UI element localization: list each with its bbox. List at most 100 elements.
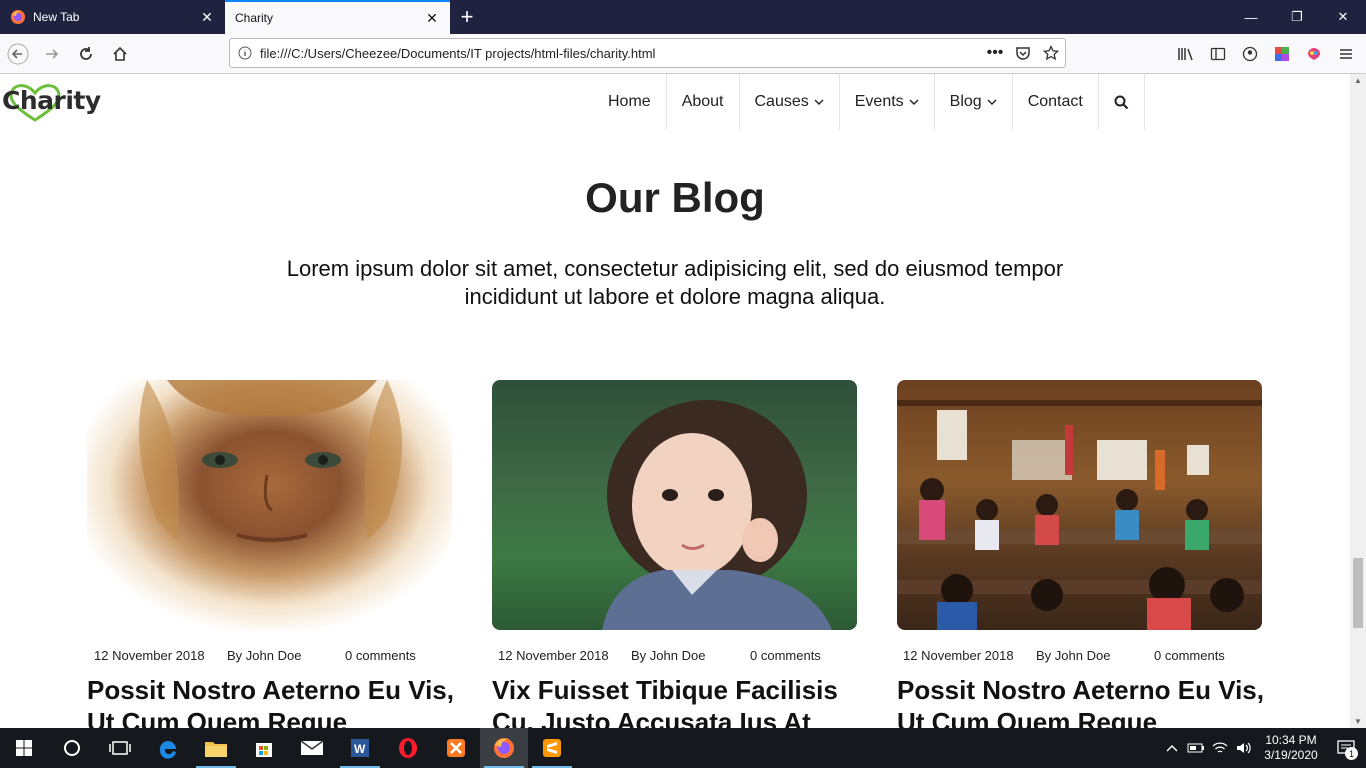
page-subtitle: Lorem ipsum dolor sit amet, consectetur … xyxy=(286,256,1064,309)
menu-icon[interactable] xyxy=(1330,38,1362,70)
tab-new-tab[interactable]: New Tab ✕ xyxy=(0,0,225,34)
nav-label: Home xyxy=(608,93,651,110)
pocket-icon[interactable] xyxy=(1009,45,1037,61)
sublime-text-icon[interactable] xyxy=(528,728,576,768)
url-text[interactable]: file:///C:/Users/Cheezee/Documents/IT pr… xyxy=(260,46,981,61)
account-icon[interactable] xyxy=(1234,38,1266,70)
clock-time: 10:34 PM xyxy=(1265,733,1317,747)
post-author[interactable]: By John Doe xyxy=(1036,648,1110,663)
nav-label: Blog xyxy=(949,93,982,110)
blog-card[interactable]: 12 November 2018 By John Doe 0 comments … xyxy=(492,380,857,728)
post-comments[interactable]: 0 comments xyxy=(1154,648,1225,663)
xampp-icon[interactable] xyxy=(432,728,480,768)
nav-contact[interactable]: Contact xyxy=(1013,74,1099,130)
nav-label: Events xyxy=(854,93,904,110)
chevron-down-icon xyxy=(814,97,824,108)
nav-causes[interactable]: Causes xyxy=(740,74,840,130)
extension-palette-icon[interactable] xyxy=(1298,38,1330,70)
address-bar[interactable]: file:///C:/Users/Cheezee/Documents/IT pr… xyxy=(229,38,1066,68)
task-view-icon[interactable] xyxy=(96,728,144,768)
bookmark-star-icon[interactable] xyxy=(1037,45,1065,61)
tab-title: Charity xyxy=(235,11,274,25)
blog-card[interactable]: 12 November 2018 By John Doe 0 comments … xyxy=(87,380,454,728)
nav-label: Contact xyxy=(1027,93,1083,110)
scroll-down-icon[interactable]: ▼ xyxy=(1350,717,1366,726)
charity-logo[interactable]: Charity xyxy=(2,80,101,122)
browser-tab-strip: New Tab ✕ Charity ✕ + — ❐ ✕ xyxy=(0,0,1366,34)
page-scrollbar[interactable]: ▲ ▼ xyxy=(1350,74,1366,728)
extension-color-icon[interactable] xyxy=(1266,38,1298,70)
nav-home[interactable]: Home xyxy=(595,74,667,130)
post-author[interactable]: By John Doe xyxy=(631,648,705,663)
nav-label: About xyxy=(681,93,724,110)
chevron-up-icon[interactable] xyxy=(1160,728,1184,768)
close-icon[interactable]: ✕ xyxy=(199,9,215,25)
more-actions-icon[interactable]: ••• xyxy=(981,44,1009,62)
tab-charity[interactable]: Charity ✕ xyxy=(225,0,450,34)
chevron-down-icon xyxy=(987,97,997,108)
page-title: Our Blog xyxy=(585,174,765,221)
word-icon[interactable]: W xyxy=(336,728,384,768)
post-comments[interactable]: 0 comments xyxy=(750,648,821,663)
close-icon[interactable]: ✕ xyxy=(424,10,440,26)
post-meta: 12 November 2018 By John Doe 0 comments xyxy=(492,648,857,664)
nav-about[interactable]: About xyxy=(667,74,740,130)
post-meta: 12 November 2018 By John Doe 0 comments xyxy=(87,648,452,664)
window-controls: — ❐ ✕ xyxy=(1228,0,1366,34)
post-title[interactable]: Possit Nostro Aeterno Eu Vis, Ut Cum Que… xyxy=(897,674,1267,728)
library-icon[interactable] xyxy=(1170,38,1202,70)
file-explorer-icon[interactable] xyxy=(192,728,240,768)
classroom-photo[interactable] xyxy=(897,380,1262,630)
page-viewport: Charity Home About Causes Events Blog Co… xyxy=(0,74,1350,728)
post-title[interactable]: Vix Fuisset Tibique Facilisis Cu. Justo … xyxy=(492,674,862,728)
firefox-icon xyxy=(10,9,26,25)
site-header: Charity Home About Causes Events Blog Co… xyxy=(0,74,1350,130)
window-close-icon[interactable]: ✕ xyxy=(1320,0,1366,34)
nav-blog[interactable]: Blog xyxy=(935,74,1013,130)
nav-events[interactable]: Events xyxy=(840,74,935,130)
windows-start-icon[interactable] xyxy=(0,728,48,768)
search-icon[interactable] xyxy=(1099,74,1145,130)
notification-count: 1 xyxy=(1345,747,1358,760)
scrollbar-thumb[interactable] xyxy=(1353,558,1363,628)
reload-icon[interactable] xyxy=(70,38,102,70)
post-author[interactable]: By John Doe xyxy=(227,648,301,663)
post-title[interactable]: Possit Nostro Aeterno Eu Vis, Ut Cum Que… xyxy=(87,674,457,728)
info-icon[interactable] xyxy=(230,46,260,60)
notification-icon[interactable]: 1 xyxy=(1326,728,1366,768)
forward-icon[interactable] xyxy=(36,38,68,70)
main-nav: Home About Causes Events Blog Contact xyxy=(595,74,1145,130)
windows-taskbar: W 10:34 PM 3/19/2020 1 xyxy=(0,728,1366,768)
back-icon[interactable] xyxy=(2,38,34,70)
scroll-up-icon[interactable]: ▲ xyxy=(1350,76,1366,85)
nav-label: Causes xyxy=(754,93,809,110)
post-date: 12 November 2018 xyxy=(903,648,1014,663)
girl-face-photo[interactable] xyxy=(87,380,452,630)
home-icon[interactable] xyxy=(104,38,136,70)
post-meta: 12 November 2018 By John Doe 0 comments xyxy=(897,648,1262,664)
edge-icon[interactable] xyxy=(144,728,192,768)
battery-icon[interactable] xyxy=(1184,728,1208,768)
cortana-search-icon[interactable] xyxy=(48,728,96,768)
clock-date: 3/19/2020 xyxy=(1264,748,1318,762)
store-icon[interactable] xyxy=(240,728,288,768)
browser-toolbar: file:///C:/Users/Cheezee/Documents/IT pr… xyxy=(0,34,1366,74)
taskbar-clock[interactable]: 10:34 PM 3/19/2020 xyxy=(1256,733,1326,763)
minimize-icon[interactable]: — xyxy=(1228,0,1274,34)
post-date: 12 November 2018 xyxy=(498,648,609,663)
opera-icon[interactable] xyxy=(384,728,432,768)
sidebar-icon[interactable] xyxy=(1202,38,1234,70)
wifi-icon[interactable] xyxy=(1208,728,1232,768)
blog-card[interactable]: 12 November 2018 By John Doe 0 comments … xyxy=(897,380,1264,728)
post-date: 12 November 2018 xyxy=(94,648,205,663)
svg-text:W: W xyxy=(354,742,366,756)
child-in-field-photo[interactable] xyxy=(492,380,857,630)
restore-icon[interactable]: ❐ xyxy=(1274,0,1320,34)
post-comments[interactable]: 0 comments xyxy=(345,648,416,663)
system-tray: 10:34 PM 3/19/2020 1 xyxy=(1160,728,1366,768)
new-tab-button[interactable]: + xyxy=(450,0,484,34)
logo-text: Charity xyxy=(2,85,101,115)
mail-icon[interactable] xyxy=(288,728,336,768)
volume-icon[interactable] xyxy=(1232,728,1256,768)
firefox-taskbar-icon[interactable] xyxy=(480,728,528,768)
